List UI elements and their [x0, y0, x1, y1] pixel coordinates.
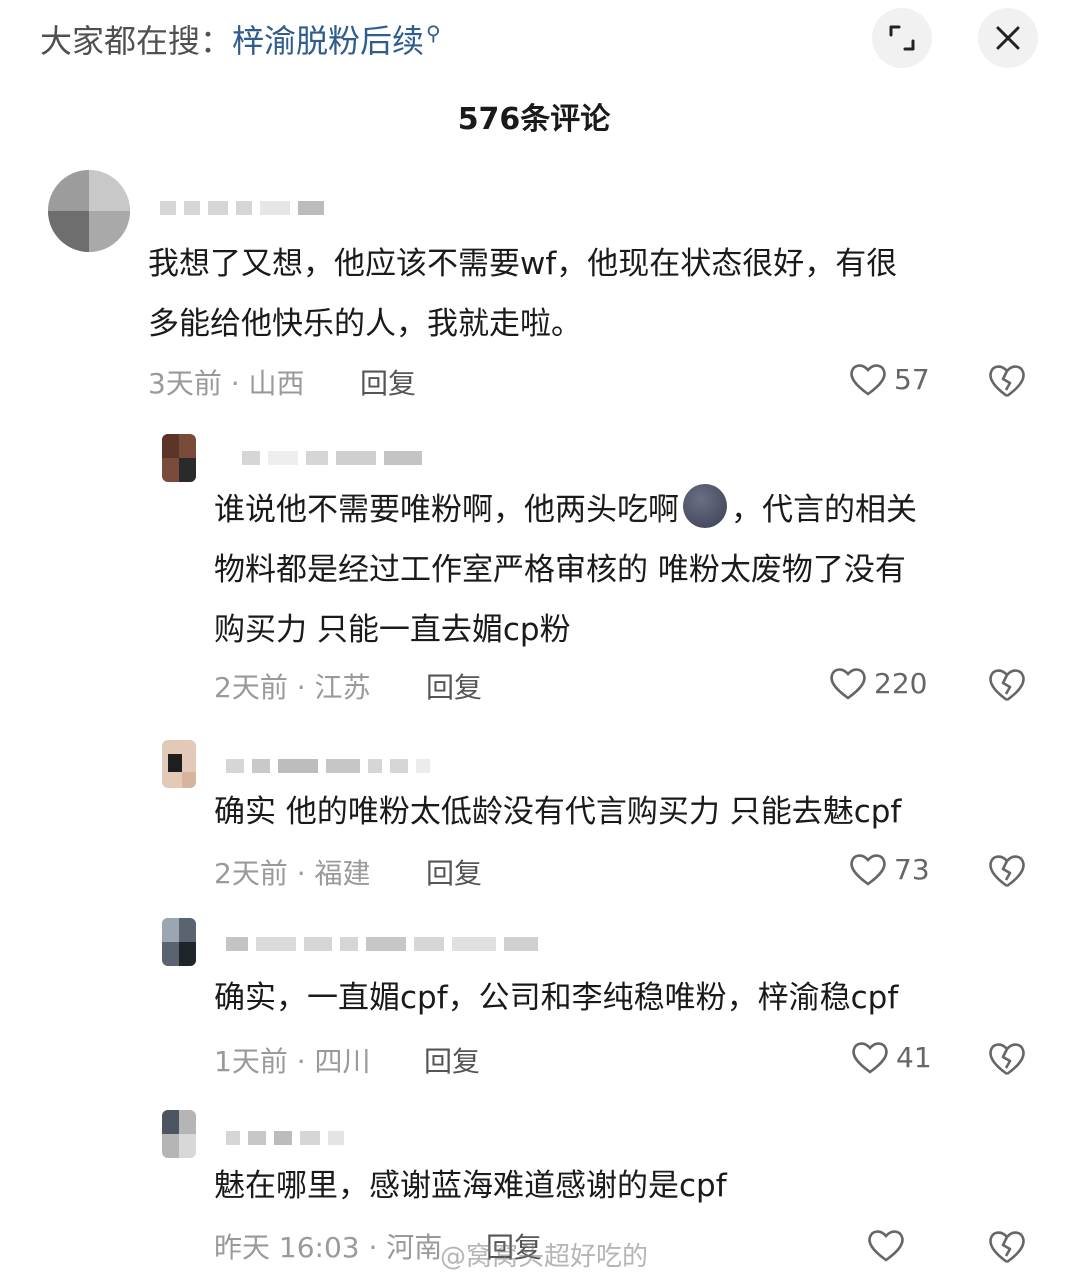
reply-button[interactable]: 回复: [360, 362, 416, 402]
heart-icon: [852, 1042, 888, 1074]
username-blurred[interactable]: [226, 934, 538, 954]
comment-meta: 昨天 16:03 · 河南: [214, 1231, 443, 1264]
comment-meta: 2天前 · 江苏: [214, 671, 371, 704]
username-blurred[interactable]: [226, 756, 430, 776]
like-count: 73: [894, 852, 930, 886]
comments-count: 576条评论: [457, 102, 611, 137]
heart-icon: [850, 854, 886, 886]
search-icon: ⚲: [426, 21, 441, 46]
reply-button[interactable]: 回复: [426, 666, 482, 706]
broken-heart-icon: [989, 855, 1025, 888]
avatar[interactable]: [48, 170, 130, 252]
like-button[interactable]: [866, 1226, 906, 1264]
dislike-button[interactable]: [986, 850, 1028, 894]
comment-text: 我想了又想，他应该不需要wf，他现在状态很好，有很 多能给他快乐的人，我就走啦。: [148, 246, 898, 342]
dislike-button[interactable]: [986, 664, 1028, 708]
close-icon: [996, 26, 1020, 50]
avatar[interactable]: [162, 740, 196, 788]
like-count: 57: [894, 362, 930, 396]
comment-meta: 3天前 · 山西: [148, 367, 305, 400]
like-count: 220: [874, 666, 928, 700]
search-suggestion[interactable]: 大家都在搜：梓渝脱粉后续 ⚲: [40, 16, 441, 62]
emoji-icon: [683, 484, 727, 528]
broken-heart-icon: [989, 669, 1025, 702]
dislike-button[interactable]: [986, 360, 1028, 404]
expand-button[interactable]: [872, 8, 932, 68]
like-button[interactable]: 73: [848, 850, 930, 888]
username-blurred[interactable]: [160, 198, 324, 218]
comment-meta: 2天前 · 福建: [214, 857, 371, 890]
avatar[interactable]: [162, 1110, 196, 1158]
comment-text: 确实，一直媚cpf，公司和李纯稳唯粉，梓渝稳cpf: [214, 980, 899, 1016]
broken-heart-icon: [989, 1231, 1025, 1264]
comment-text: 确实 他的唯粉太低龄没有代言购买力 只能去魅cpf: [214, 794, 902, 830]
comment-text: 谁说他不需要唯粉啊，他两头吃啊 ，代言的相关 物料都是经过工作室严格审核的 唯粉太…: [214, 480, 1044, 660]
expand-icon: [889, 25, 915, 51]
dislike-button[interactable]: [986, 1038, 1028, 1082]
top-bar: 大家都在搜：梓渝脱粉后续 ⚲: [0, 0, 1068, 80]
avatar[interactable]: [162, 434, 196, 482]
reply-button[interactable]: 回复: [426, 852, 482, 892]
like-button[interactable]: 57: [848, 360, 930, 398]
username-blurred[interactable]: [242, 448, 422, 468]
username-blurred[interactable]: [226, 1128, 344, 1148]
close-button[interactable]: [978, 8, 1038, 68]
broken-heart-icon: [989, 365, 1025, 398]
reply-button[interactable]: 回复: [424, 1040, 480, 1080]
broken-heart-icon: [989, 1043, 1025, 1076]
heart-icon: [868, 1230, 904, 1262]
comment-text-part1: 谁说他不需要唯粉啊，他两头吃啊: [214, 492, 679, 528]
watermark-text: @窝窝头超好吃的: [440, 1242, 649, 1272]
heart-icon: [830, 668, 866, 700]
search-term[interactable]: 梓渝脱粉后续: [232, 22, 424, 60]
like-count: 41: [896, 1040, 932, 1074]
search-prefix: 大家都在搜：: [40, 22, 233, 60]
comment-meta: 1天前 · 四川: [214, 1045, 371, 1078]
like-button[interactable]: 220: [828, 664, 927, 702]
heart-icon: [850, 364, 886, 396]
dislike-button[interactable]: [986, 1226, 1028, 1270]
comment-text: 魅在哪里，感谢蓝海难道感谢的是cpf: [214, 1168, 727, 1204]
avatar[interactable]: [162, 918, 196, 966]
like-button[interactable]: 41: [850, 1038, 932, 1076]
